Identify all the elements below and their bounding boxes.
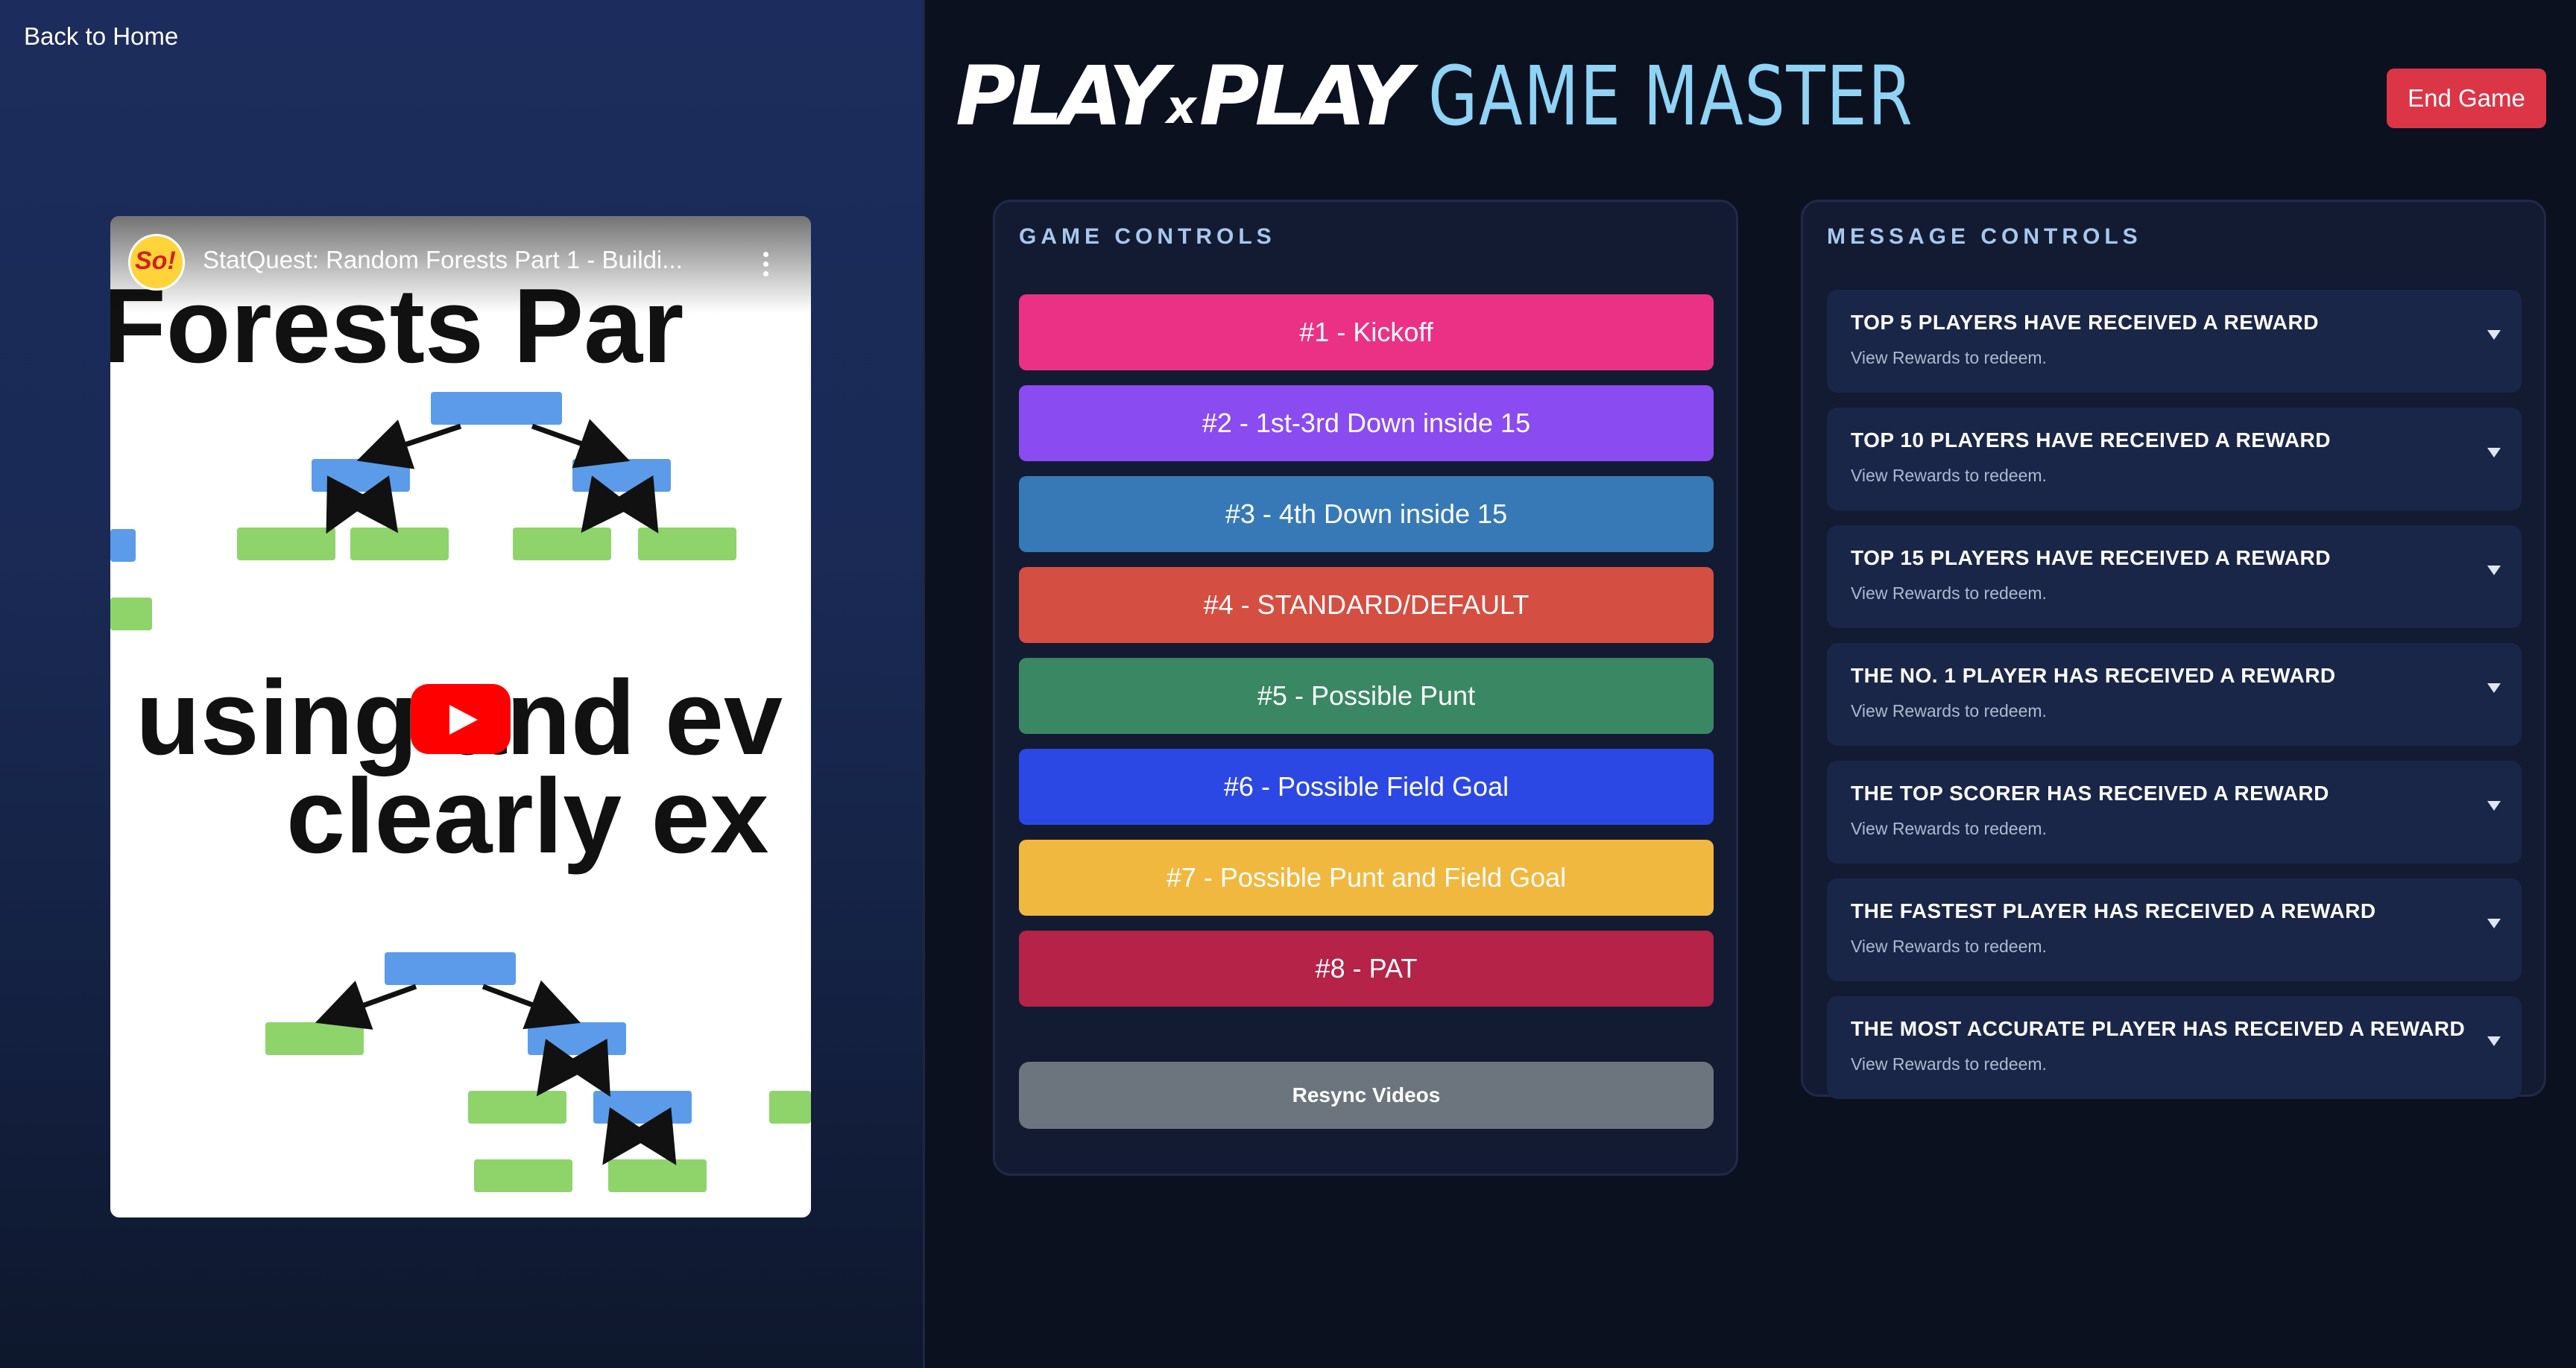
play-button-4th-down[interactable]: #3 - 4th Down inside 15 xyxy=(1019,476,1714,552)
play-button-standard-default[interactable]: #4 - STANDARD/DEFAULT xyxy=(1019,567,1714,643)
message-subtitle: View Rewards to redeem. xyxy=(1851,1054,2047,1074)
message-title: TOP 5 PLAYERS HAVE RECEIVED A REWARD xyxy=(1851,311,2319,334)
message-title: THE FASTEST PLAYER HAS RECEIVED A REWARD xyxy=(1851,899,2376,922)
caret-down-icon[interactable] xyxy=(2487,683,2501,693)
message-title: THE MOST ACCURATE PLAYER HAS RECEIVED A … xyxy=(1851,1017,2466,1040)
back-to-home-link[interactable]: Back to Home xyxy=(24,22,178,51)
play-icon[interactable] xyxy=(411,684,511,754)
play-button-pat[interactable]: #8 - PAT xyxy=(1019,931,1714,1007)
channel-avatar-text: So! xyxy=(135,247,176,275)
message-item[interactable]: THE TOP SCORER HAS RECEIVED A REWARD Vie… xyxy=(1827,761,2522,864)
play-button-1st-3rd-down[interactable]: #2 - 1st-3rd Down inside 15 xyxy=(1019,385,1714,461)
game-controls-title: GAME CONTROLS xyxy=(1019,224,1276,249)
message-subtitle: View Rewards to redeem. xyxy=(1851,466,2047,485)
message-item[interactable]: THE NO. 1 PLAYER HAS RECEIVED A REWARD V… xyxy=(1827,643,2522,746)
message-title: TOP 15 PLAYERS HAVE RECEIVED A REWARD xyxy=(1851,546,2331,569)
logo-game-master: GAME MASTER xyxy=(1427,48,1914,144)
message-item[interactable]: TOP 5 PLAYERS HAVE RECEIVED A REWARD Vie… xyxy=(1827,290,2522,393)
message-subtitle: View Rewards to redeem. xyxy=(1851,348,2047,367)
channel-avatar[interactable]: So! xyxy=(128,234,185,291)
caret-down-icon[interactable] xyxy=(2487,566,2501,575)
resync-videos-button[interactable]: Resync Videos xyxy=(1019,1062,1714,1129)
message-subtitle: View Rewards to redeem. xyxy=(1851,583,2047,603)
message-subtitle: View Rewards to redeem. xyxy=(1851,937,2047,956)
caret-down-icon[interactable] xyxy=(2487,330,2501,340)
message-title: THE NO. 1 PLAYER HAS RECEIVED A REWARD xyxy=(1851,664,2336,687)
message-subtitle: View Rewards to redeem. xyxy=(1851,701,2047,721)
message-controls-panel: MESSAGE CONTROLS TOP 5 PLAYERS HAVE RECE… xyxy=(1801,200,2546,1099)
play-button-kickoff[interactable]: #1 - Kickoff xyxy=(1019,294,1714,370)
more-options-icon[interactable] xyxy=(763,252,771,277)
video-title[interactable]: StatQuest: Random Forests Part 1 - Build… xyxy=(203,246,717,274)
end-game-button[interactable]: End Game xyxy=(2387,69,2546,128)
message-item[interactable]: THE FASTEST PLAYER HAS RECEIVED A REWARD… xyxy=(1827,878,2522,981)
game-controls-panel: GAME CONTROLS #1 - Kickoff #2 - 1st-3rd … xyxy=(993,200,1738,1176)
message-title: TOP 10 PLAYERS HAVE RECEIVED A REWARD xyxy=(1851,428,2331,452)
play-button-possible-field-goal[interactable]: #6 - Possible Field Goal xyxy=(1019,749,1714,825)
play-button-possible-punt[interactable]: #5 - Possible Punt xyxy=(1019,658,1714,734)
message-item[interactable]: TOP 10 PLAYERS HAVE RECEIVED A REWARD Vi… xyxy=(1827,408,2522,510)
message-subtitle: View Rewards to redeem. xyxy=(1851,819,2047,838)
slide-text-line-3: clearly ex xyxy=(286,757,769,875)
video-player[interactable]: Forests Par using and ev clearly ex So! … xyxy=(110,216,811,1217)
caret-down-icon[interactable] xyxy=(2487,801,2501,811)
caret-down-icon[interactable] xyxy=(2487,919,2501,928)
caret-down-icon[interactable] xyxy=(2487,448,2501,457)
message-item[interactable]: THE MOST ACCURATE PLAYER HAS RECEIVED A … xyxy=(1827,996,2522,1099)
app-logo: PLAY x PLAY GAME MASTER xyxy=(956,48,2051,145)
video-sidebar: Back to Home Forests Par using and ev cl… xyxy=(0,0,925,1368)
message-controls-title: MESSAGE CONTROLS xyxy=(1827,224,2142,249)
message-title: THE TOP SCORER HAS RECEIVED A REWARD xyxy=(1851,782,2329,805)
message-item[interactable]: TOP 15 PLAYERS HAVE RECEIVED A REWARD Vi… xyxy=(1827,525,2522,628)
caret-down-icon[interactable] xyxy=(2487,1036,2501,1046)
logo-play-2: PLAY xyxy=(1199,48,1412,144)
logo-play-1: PLAY xyxy=(956,48,1168,144)
play-button-punt-and-field-goal[interactable]: #7 - Possible Punt and Field Goal xyxy=(1019,840,1714,916)
logo-x: x xyxy=(1166,79,1196,134)
